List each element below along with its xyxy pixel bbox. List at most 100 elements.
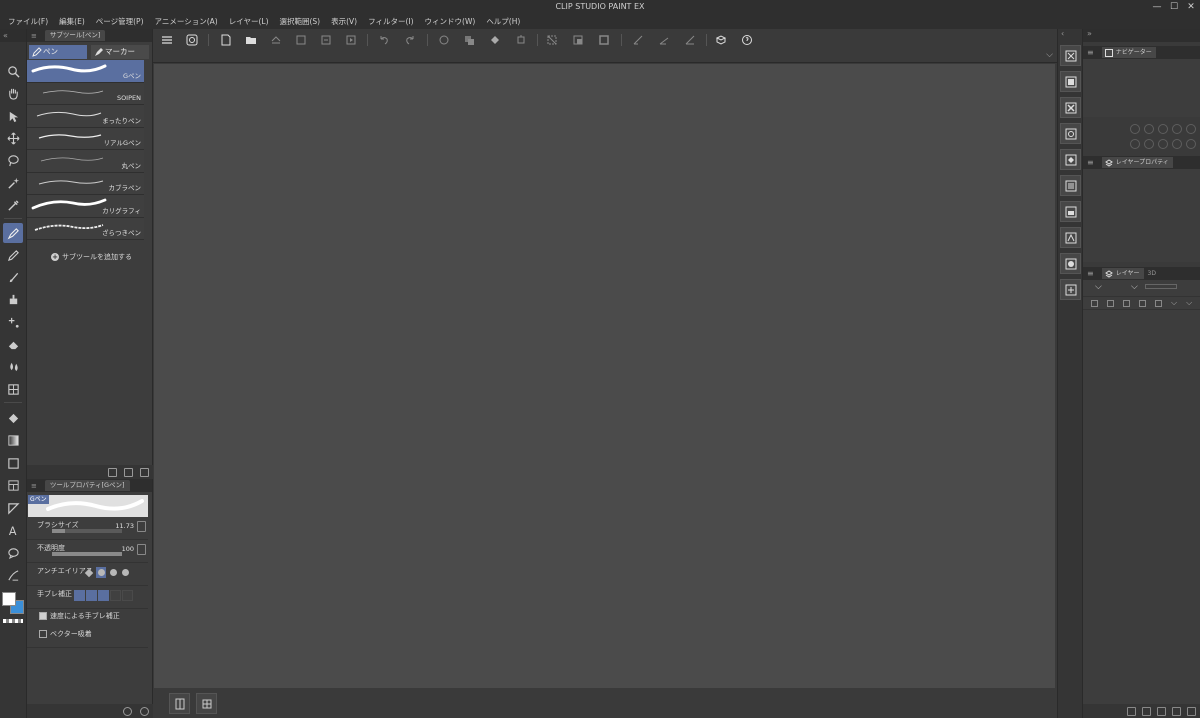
pen-tool-icon[interactable] [3,223,23,243]
page-view-icon[interactable] [169,693,190,714]
new-vector-layer-icon[interactable] [1142,706,1151,716]
menu-layer[interactable]: レイヤー(L) [229,15,269,29]
figure-tool-icon[interactable] [3,453,23,473]
gradient-tool-icon[interactable] [3,430,23,450]
save-icon[interactable] [269,33,283,47]
new-file-icon[interactable] [219,33,233,47]
mask-icon[interactable] [1155,299,1162,307]
right-panel-collapse[interactable]: » [1083,29,1200,42]
menu-animation[interactable]: アニメーション(A) [155,15,218,29]
pencil-tool-icon[interactable] [3,245,23,265]
menu-filter[interactable]: フィルター(I) [368,15,413,29]
ruler-snap-icon[interactable] [631,33,645,47]
transform-icon[interactable] [514,33,528,47]
material-icon-7[interactable] [1060,201,1081,222]
close-button[interactable]: ✕ [1186,1,1196,13]
blend-tool-icon[interactable] [3,356,23,376]
airbrush-tool-icon[interactable] [3,289,23,309]
clip-studio-assets-icon[interactable] [714,33,728,47]
material-collapse-icon[interactable]: ‹ [1058,29,1082,42]
frame-tool-icon[interactable] [3,475,23,495]
material-icon-6[interactable] [1060,175,1081,196]
add-subtool-button[interactable]: + サブツールを追加する [27,252,152,262]
antialias-weak-icon[interactable] [96,567,106,578]
group-tab-marker[interactable]: マーカー [91,45,149,59]
layer-menu-chevron-icon[interactable]: ⌵ [1171,298,1177,308]
copy-subtool-icon[interactable] [108,467,117,477]
reset-icon[interactable] [123,706,132,716]
wrench-icon[interactable] [140,706,149,716]
correct-line-tool-icon[interactable] [3,565,23,585]
lock-icon[interactable] [1123,299,1130,307]
material-icon-2[interactable] [1060,71,1081,92]
subtool-item-soipen[interactable]: SOIPEN [27,82,144,105]
material-icon-4[interactable] [1060,123,1081,144]
auto-select-tool-icon[interactable] [3,173,23,193]
open-folder-icon[interactable] [244,33,258,47]
canvas-area[interactable] [154,64,1055,688]
layer-property-tab[interactable]: レイヤープロパティ [1101,157,1173,168]
tile-tool-icon[interactable] [3,379,23,399]
grid-snap-icon[interactable] [683,33,697,47]
blend-mode-dropdown[interactable]: ⌵ [1095,282,1102,292]
opacity-pressure-icon[interactable] [137,544,146,555]
3d-tab[interactable]: 3D [1148,270,1156,277]
group-tab-pen[interactable]: ペン [29,45,87,59]
menu-view[interactable]: 表示(V) [331,15,357,29]
new-raster-layer-icon[interactable] [1127,706,1136,716]
subtool-item-zaratsuki-pen[interactable]: ざらつきペン [27,217,144,240]
subtool-item-mattari-pen[interactable]: まったりペン [27,105,144,128]
subtool-item-calligraphy[interactable]: カリグラフィ [27,195,144,218]
brush-size-value[interactable]: 11.73 [115,522,134,530]
navigator-rotate-controls[interactable] [1083,139,1200,149]
menu-icon[interactable] [160,33,174,47]
cut-icon[interactable] [462,33,476,47]
material-icon-5[interactable] [1060,149,1081,170]
selection-border-icon[interactable] [597,33,611,47]
antialias-none-icon[interactable] [84,567,94,578]
eraser-tool-icon[interactable] [3,334,23,354]
duplicate-subtool-icon[interactable] [124,467,133,477]
material-icon-9[interactable] [1060,253,1081,274]
subtool-item-real-g-pen[interactable]: リアルGペン [27,127,144,150]
material-icon-8[interactable] [1060,227,1081,248]
main-color-swatch[interactable] [2,592,16,606]
ruler-tool-icon[interactable] [3,498,23,518]
brush-size-slider[interactable] [52,529,122,533]
menu-edit[interactable]: 編集(E) [59,15,85,29]
opacity-bar[interactable] [1145,284,1177,289]
export-icon[interactable] [294,33,308,47]
minimize-button[interactable]: — [1152,1,1162,13]
decoration-tool-icon[interactable] [3,312,23,332]
tutorial-icon[interactable] [740,33,754,47]
transparent-color-swatch[interactable] [3,619,23,623]
brush-tool-icon[interactable] [3,267,23,287]
new-folder-icon[interactable] [1157,706,1166,716]
subtool-item-kabura-pen[interactable]: カブラペン [27,172,144,195]
subtool-item-g-pen[interactable]: Gペン [27,60,144,83]
merge-down-icon[interactable] [1172,706,1181,716]
layer-color-dropdown[interactable]: ⌵ [1131,282,1138,292]
navigator-tab[interactable]: ナビゲーター [1101,47,1156,58]
fit-view-icon[interactable] [196,693,217,714]
redo-icon[interactable] [403,33,417,47]
opacity-slider[interactable] [52,552,122,556]
move-tool-icon[interactable] [3,128,23,148]
export-page-icon[interactable] [319,33,333,47]
menu-selection[interactable]: 選択範囲(S) [280,15,321,29]
stabilization-level[interactable] [74,590,133,601]
antialias-strong-icon[interactable] [120,567,130,578]
invert-selection-icon[interactable] [571,33,585,47]
delete-subtool-icon[interactable] [140,467,149,477]
chevron-down-icon[interactable]: ⌵ [1046,50,1053,60]
lock-transparent-icon[interactable] [1139,299,1146,307]
clear-icon[interactable] [437,33,451,47]
deselect-icon[interactable] [545,33,559,47]
lasso-tool-icon[interactable] [3,150,23,170]
balloon-tool-icon[interactable] [3,543,23,563]
subtool-item-maru-pen[interactable]: 丸ペン [27,150,144,173]
opacity-value[interactable]: 100 [122,545,134,553]
eyedropper-tool-icon[interactable] [3,195,23,215]
speed-stabilization-checkbox[interactable] [39,612,47,620]
clip-studio-icon[interactable] [185,33,199,47]
